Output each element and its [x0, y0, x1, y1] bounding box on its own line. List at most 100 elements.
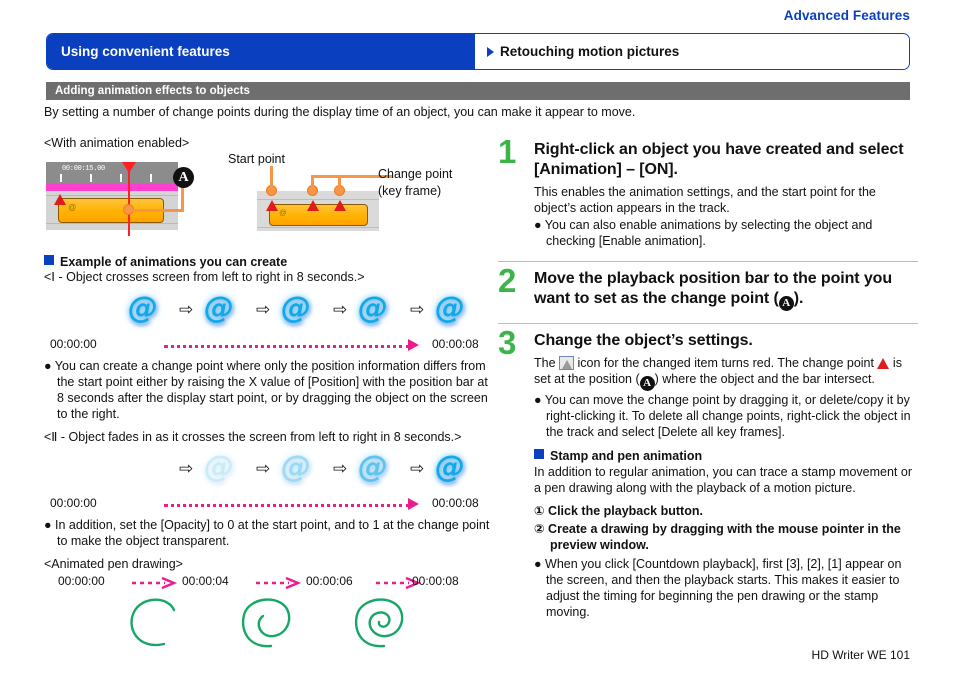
tab-retouching-motion-pictures[interactable]: Retouching motion pictures — [475, 34, 909, 69]
arrow-icon: ⇨ — [179, 299, 194, 319]
small-dotted-arrow-icon — [256, 576, 302, 589]
ruler-tick — [150, 174, 152, 182]
step-3-body-mid: icon for the changed item turns red. The… — [574, 356, 878, 371]
document-page: Advanced Features Using convenient featu… — [0, 0, 954, 673]
at-symbol: @ — [281, 290, 311, 326]
blue-square-bullet-icon — [44, 255, 54, 265]
arrow-icon: ⇨ — [179, 458, 194, 478]
example1-note: ● You can create a change point where on… — [44, 358, 488, 421]
pen-time-0: 00:00:00 — [58, 573, 105, 588]
arrow-icon: ⇨ — [256, 458, 271, 478]
step-2-title-post: ). — [793, 289, 804, 307]
clip-at-icon: @ — [68, 203, 77, 212]
numbered-item-2: ② Create a drawing by dragging with the … — [534, 521, 901, 552]
badge-a-inline: A — [778, 295, 794, 311]
at-symbol: @ — [435, 449, 465, 485]
at-symbol: @ — [204, 290, 234, 326]
step-3-body: The icon for the changed item turns red.… — [534, 355, 918, 391]
change-point-label-2: (key frame) — [378, 184, 442, 198]
timecode-label: 00:00:15.00 — [62, 165, 105, 173]
section-title-label: Adding animation effects to objects — [55, 85, 250, 97]
page-header-label: Advanced Features — [783, 8, 910, 23]
final-bullet: ● When you click [Countdown playback], f… — [534, 556, 902, 619]
dotted-timeline-line — [164, 503, 410, 507]
step-3-body-pre: The — [534, 356, 560, 371]
step-1-bullet: ● You can also enable animations by sele… — [534, 218, 873, 249]
timeline-diagrams: 00:00:15.00 @ A @ Start point Change poi… — [44, 152, 494, 249]
step-1-title: Right-click an object you have created a… — [534, 141, 904, 178]
step-2-title-pre: Move the playback position bar to the po… — [534, 270, 892, 307]
pen-spiral-2-icon — [241, 598, 291, 647]
dotted-timeline-line — [164, 344, 410, 348]
track-divider — [257, 227, 379, 228]
right-column: 1 Right-click an object you have created… — [498, 135, 918, 625]
step-divider — [498, 261, 918, 263]
time-end: 00:00:08 — [432, 495, 479, 510]
ruler-tick — [120, 174, 122, 182]
at-symbol: @ — [358, 290, 388, 326]
at-symbol: @ — [204, 449, 234, 485]
left-column: <With animation enabled> 00:00:15.00 @ A… — [44, 136, 494, 654]
step-1-number: 1 — [498, 133, 517, 170]
red-triangle-icon — [877, 358, 890, 370]
callout-line — [311, 175, 373, 178]
step-2: 2 Move the playback position bar to the … — [498, 264, 918, 316]
dotted-timeline-arrowhead — [408, 338, 419, 351]
chapter-tabbar: Using convenient features Retouching mot… — [46, 33, 910, 70]
tab-right-label: Retouching motion pictures — [500, 44, 680, 59]
pen-drawing-times: 00:00:00 00:00:04 00:00:06 00:00:08 — [44, 574, 494, 592]
step-2-title: Move the playback position bar to the po… — [534, 269, 918, 311]
time-start: 00:00:00 — [50, 495, 97, 510]
dotted-timeline-arrowhead — [408, 497, 419, 510]
tab-using-convenient-features[interactable]: Using convenient features — [47, 34, 475, 69]
pen-drawing-caption: <Animated pen drawing> — [44, 556, 183, 571]
step-1: 1 Right-click an object you have created… — [498, 135, 918, 254]
example2-note: ● In addition, set the [Opacity] to 0 at… — [44, 517, 490, 548]
pen-time-2: 00:00:06 — [306, 573, 353, 588]
clip-at-icon: @ — [279, 208, 287, 217]
at-symbol: @ — [435, 290, 465, 326]
ruler-tick — [90, 174, 92, 182]
pen-spiral-3-icon — [354, 598, 404, 647]
time-end: 00:00:08 — [432, 336, 479, 351]
ruler-tick — [60, 174, 62, 182]
time-start: 00:00:00 — [50, 336, 97, 351]
section-title-bar: Adding animation effects to objects — [46, 82, 910, 100]
pen-spiral-1-icon — [130, 598, 176, 646]
playhead-icon[interactable] — [122, 162, 136, 173]
step-3-body-post-b: ) where the object and the bar intersect… — [654, 372, 875, 387]
at-symbol: @ — [358, 449, 388, 485]
stamp-pen-heading: Stamp and pen animation — [534, 448, 918, 463]
step-3-number: 3 — [498, 323, 517, 361]
tab-left-label: Using convenient features — [61, 44, 230, 59]
step-3: 3 Change the object’s settings. The icon… — [498, 326, 918, 625]
animation-row-2: ⇨ @ ⇨ @ ⇨ @ ⇨ @ — [44, 448, 494, 496]
playback-position-bar[interactable] — [128, 166, 130, 236]
arrow-icon: ⇨ — [410, 458, 425, 478]
callout-line — [270, 166, 273, 188]
timeline-widget-change-points: @ — [257, 191, 379, 231]
start-point-label: Start point — [228, 152, 285, 166]
change-point-marker-icon — [307, 200, 319, 211]
at-symbol: @ — [281, 449, 311, 485]
badge-a-label: A — [178, 169, 189, 185]
animation-row-1: @ ⇨ @ ⇨ @ ⇨ @ ⇨ @ — [44, 289, 494, 337]
pen-time-3: 00:00:08 — [412, 573, 459, 588]
stamp-pen-heading-label: Stamp and pen animation — [550, 448, 703, 463]
callout-line — [132, 209, 184, 212]
page-footer: HD Writer WE 101 — [811, 648, 910, 662]
step-3-title: Change the object’s settings. — [534, 331, 753, 349]
badge-a-inline-label: A — [782, 296, 791, 309]
timeline-magenta-strip — [46, 184, 178, 191]
intro-paragraph: By setting a number of change points dur… — [44, 105, 636, 119]
change-point-label-1: Change point — [378, 167, 453, 181]
arrow-icon: ⇨ — [256, 299, 271, 319]
badge-a-diagram: A — [173, 167, 194, 188]
arrow-icon: ⇨ — [333, 458, 348, 478]
badge-a-inline: A — [639, 375, 655, 391]
timeline-widget-with-animation: 00:00:15.00 @ — [46, 162, 178, 236]
change-point-marker-icon — [334, 200, 346, 211]
stamp-pen-body: In addition to regular animation, you ca… — [534, 464, 912, 495]
badge-a-inline-label: A — [643, 377, 652, 390]
example-heading: Example of animations you can create — [44, 255, 494, 269]
